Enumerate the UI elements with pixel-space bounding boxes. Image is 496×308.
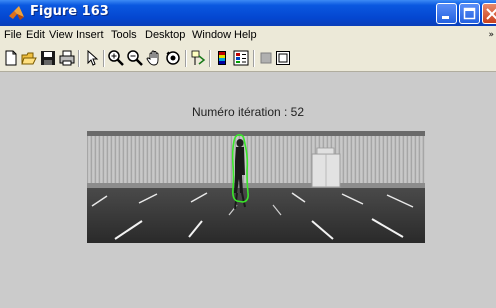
menu-tools[interactable]: Tools [111,29,137,41]
chevron-icon[interactable]: » [488,30,494,40]
video-frame-image [87,131,425,243]
open-file-icon[interactable] [21,50,37,66]
minimize-button[interactable] [436,3,457,24]
menu-view[interactable]: View [49,29,73,41]
toolbar-separator [78,50,80,67]
zoom-out-icon[interactable] [127,50,143,66]
menu-edit[interactable]: Edit [26,29,45,41]
save-figure-icon[interactable] [40,50,56,66]
edit-plot-icon[interactable] [84,50,100,66]
menu-help[interactable]: Help [234,29,257,41]
close-button[interactable] [482,3,496,24]
pan-icon[interactable] [146,50,162,66]
new-figure-icon[interactable] [3,50,19,66]
menu-bar: File Edit View Insert Tools Desktop Wind… [0,26,496,47]
maximize-icon [463,7,476,20]
menu-window[interactable]: Window [192,29,231,41]
minimize-icon [442,16,449,19]
toolbar-separator [209,50,211,67]
zoom-in-icon[interactable] [108,50,124,66]
close-icon [486,8,496,20]
print-figure-icon[interactable] [59,50,75,66]
iteration-title: Numéro itération : 52 [191,105,305,119]
toolbar-separator [103,50,105,67]
menu-desktop[interactable]: Desktop [145,29,185,41]
maximize-button[interactable] [459,3,480,24]
menu-insert[interactable]: Insert [76,29,104,41]
data-cursor-icon[interactable] [190,50,206,66]
title-bar[interactable]: Figure 163 [0,0,496,26]
menu-file[interactable]: File [4,29,22,41]
matlab-icon [9,6,24,20]
toolbar-separator [185,50,187,67]
hide-plot-tools-icon[interactable] [258,50,274,66]
window-title: Figure 163 [30,4,109,19]
rotate-3d-icon[interactable] [165,50,181,66]
insert-colorbar-icon[interactable] [214,50,230,66]
show-plot-tools-icon[interactable] [275,50,291,66]
figure-toolbar [0,46,496,72]
toolbar-separator [253,50,255,67]
insert-legend-icon[interactable] [233,50,249,66]
